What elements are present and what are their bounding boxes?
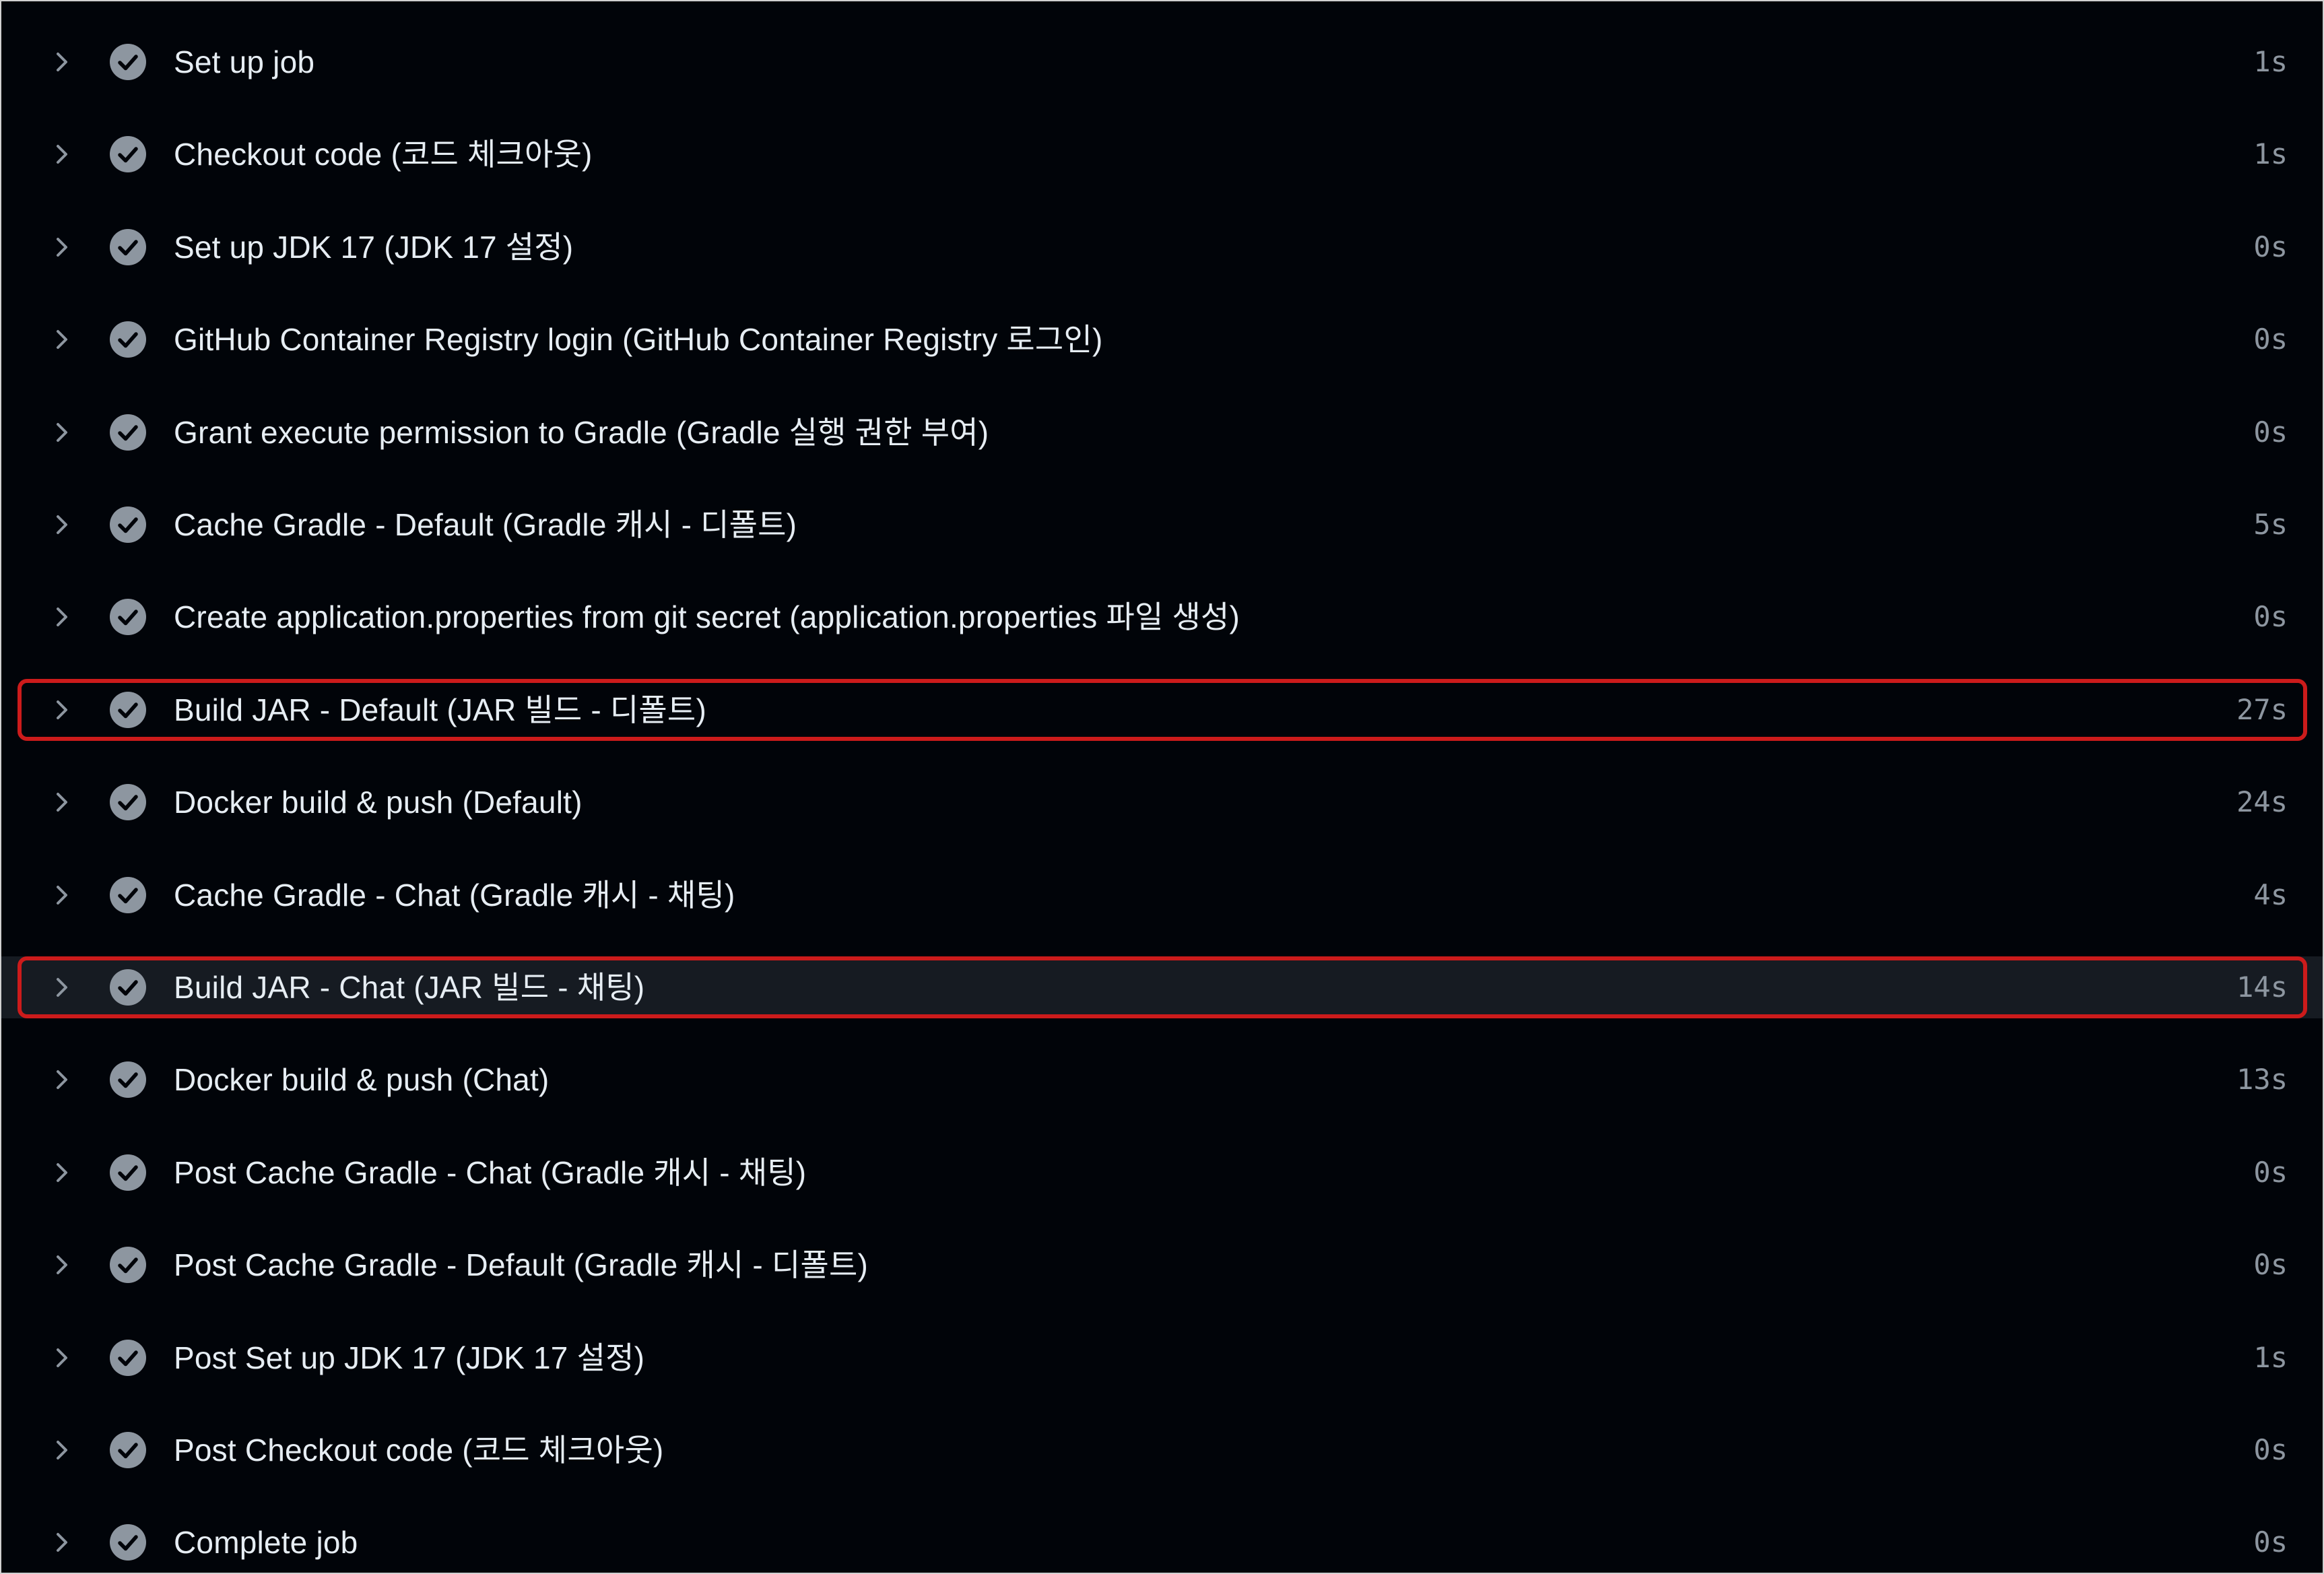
step-duration: 0s bbox=[2253, 1248, 2288, 1281]
chevron-right-icon[interactable] bbox=[50, 513, 74, 537]
step-duration: 1s bbox=[2253, 45, 2288, 78]
check-circle-icon bbox=[109, 1154, 147, 1191]
step-duration: 1s bbox=[2253, 1341, 2288, 1374]
chevron-right-icon[interactable] bbox=[50, 698, 74, 722]
chevron-right-icon[interactable] bbox=[50, 1346, 74, 1370]
step-name: Post Cache Gradle - Default (Gradle 캐시 -… bbox=[174, 1247, 869, 1282]
check-circle-icon bbox=[109, 783, 147, 821]
check-circle-icon bbox=[109, 1339, 147, 1377]
step-duration: 0s bbox=[2253, 600, 2288, 633]
step-duration: 0s bbox=[2253, 323, 2288, 356]
step-duration: 5s bbox=[2253, 508, 2288, 541]
step-name: Docker build & push (Chat) bbox=[174, 1062, 550, 1097]
check-circle-icon bbox=[109, 969, 147, 1006]
step-name: Docker build & push (Default) bbox=[174, 785, 583, 820]
chevron-right-icon[interactable] bbox=[50, 1438, 74, 1462]
check-circle-icon bbox=[109, 321, 147, 358]
chevron-right-icon[interactable] bbox=[50, 790, 74, 814]
step-row[interactable]: Post Cache Gradle - Default (Gradle 캐시 -… bbox=[1, 1234, 2323, 1296]
step-name: Grant execute permission to Gradle (Grad… bbox=[174, 415, 989, 450]
chevron-right-icon[interactable] bbox=[50, 142, 74, 166]
chevron-right-icon[interactable] bbox=[50, 1160, 74, 1185]
check-circle-icon bbox=[109, 691, 147, 729]
step-name: Post Checkout code (코드 체크아웃) bbox=[174, 1433, 664, 1468]
check-circle-icon bbox=[109, 1431, 147, 1469]
step-duration: 27s bbox=[2236, 693, 2288, 726]
step-row[interactable]: Cache Gradle - Default (Gradle 캐시 - 디폴트)… bbox=[1, 494, 2323, 556]
step-row[interactable]: Post Checkout code (코드 체크아웃) 0s bbox=[1, 1419, 2323, 1481]
step-row[interactable]: Post Cache Gradle - Chat (Gradle 캐시 - 채팅… bbox=[1, 1142, 2323, 1204]
check-circle-icon bbox=[109, 506, 147, 544]
chevron-right-icon[interactable] bbox=[50, 420, 74, 445]
step-row[interactable]: Grant execute permission to Gradle (Grad… bbox=[1, 401, 2323, 463]
step-name: Post Set up JDK 17 (JDK 17 설정) bbox=[174, 1340, 645, 1375]
chevron-right-icon[interactable] bbox=[50, 1068, 74, 1092]
step-duration: 0s bbox=[2253, 416, 2288, 449]
check-circle-icon bbox=[109, 43, 147, 81]
check-circle-icon bbox=[109, 1061, 147, 1098]
step-row[interactable]: Create application.properties from git s… bbox=[1, 586, 2323, 648]
step-name: Cache Gradle - Chat (Gradle 캐시 - 채팅) bbox=[174, 878, 735, 913]
step-duration: 0s bbox=[2253, 1526, 2288, 1559]
step-name: Complete job bbox=[174, 1525, 358, 1560]
chevron-right-icon[interactable] bbox=[50, 1253, 74, 1277]
step-name: Post Cache Gradle - Chat (Gradle 캐시 - 채팅… bbox=[174, 1155, 807, 1190]
step-row[interactable]: Build JAR - Chat (JAR 빌드 - 채팅) 14s bbox=[1, 956, 2323, 1018]
check-circle-icon bbox=[109, 1246, 147, 1284]
chevron-right-icon[interactable] bbox=[50, 883, 74, 907]
step-duration: 0s bbox=[2253, 1156, 2288, 1189]
step-name: Set up job bbox=[174, 44, 315, 79]
step-row[interactable]: Cache Gradle - Chat (Gradle 캐시 - 채팅) 4s bbox=[1, 864, 2323, 926]
check-circle-icon bbox=[109, 1523, 147, 1561]
step-row[interactable]: GitHub Container Registry login (GitHub … bbox=[1, 308, 2323, 370]
chevron-right-icon[interactable] bbox=[50, 235, 74, 259]
step-duration: 4s bbox=[2253, 878, 2288, 911]
check-circle-icon bbox=[109, 228, 147, 266]
job-steps-panel: Set up job 1s Checkout code (코드 체크아웃) 1s Set… bbox=[1, 1, 2323, 1573]
step-name: GitHub Container Registry login (GitHub … bbox=[174, 322, 1103, 357]
step-name: Set up JDK 17 (JDK 17 설정) bbox=[174, 230, 574, 265]
step-row[interactable]: Build JAR - Default (JAR 빌드 - 디폴트) 27s bbox=[1, 679, 2323, 741]
chevron-right-icon[interactable] bbox=[50, 1530, 74, 1554]
step-name: Checkout code (코드 체크아웃) bbox=[174, 137, 593, 172]
step-row[interactable]: Docker build & push (Chat) 13s bbox=[1, 1049, 2323, 1111]
step-duration: 14s bbox=[2236, 971, 2288, 1004]
step-name: Create application.properties from git s… bbox=[174, 599, 1240, 634]
check-circle-icon bbox=[109, 414, 147, 451]
chevron-right-icon[interactable] bbox=[50, 50, 74, 74]
step-row[interactable]: Checkout code (코드 체크아웃) 1s bbox=[1, 123, 2323, 185]
step-row[interactable]: Docker build & push (Default) 24s bbox=[1, 771, 2323, 833]
step-duration: 13s bbox=[2236, 1063, 2288, 1096]
step-name: Cache Gradle - Default (Gradle 캐시 - 디폴트) bbox=[174, 507, 797, 542]
step-duration: 1s bbox=[2253, 137, 2288, 170]
chevron-right-icon[interactable] bbox=[50, 327, 74, 352]
step-duration: 0s bbox=[2253, 230, 2288, 263]
chevron-right-icon[interactable] bbox=[50, 975, 74, 999]
check-circle-icon bbox=[109, 598, 147, 636]
step-duration: 24s bbox=[2236, 785, 2288, 818]
chevron-right-icon[interactable] bbox=[50, 605, 74, 629]
step-name: Build JAR - Chat (JAR 빌드 - 채팅) bbox=[174, 970, 645, 1005]
step-row[interactable]: Set up job 1s bbox=[1, 31, 2323, 93]
step-row[interactable]: Complete job 0s bbox=[1, 1511, 2323, 1573]
check-circle-icon bbox=[109, 135, 147, 173]
step-row[interactable]: Set up JDK 17 (JDK 17 설정) 0s bbox=[1, 216, 2323, 278]
step-row[interactable]: Post Set up JDK 17 (JDK 17 설정) 1s bbox=[1, 1327, 2323, 1389]
check-circle-icon bbox=[109, 876, 147, 914]
step-duration: 0s bbox=[2253, 1433, 2288, 1466]
step-name: Build JAR - Default (JAR 빌드 - 디폴트) bbox=[174, 692, 706, 727]
